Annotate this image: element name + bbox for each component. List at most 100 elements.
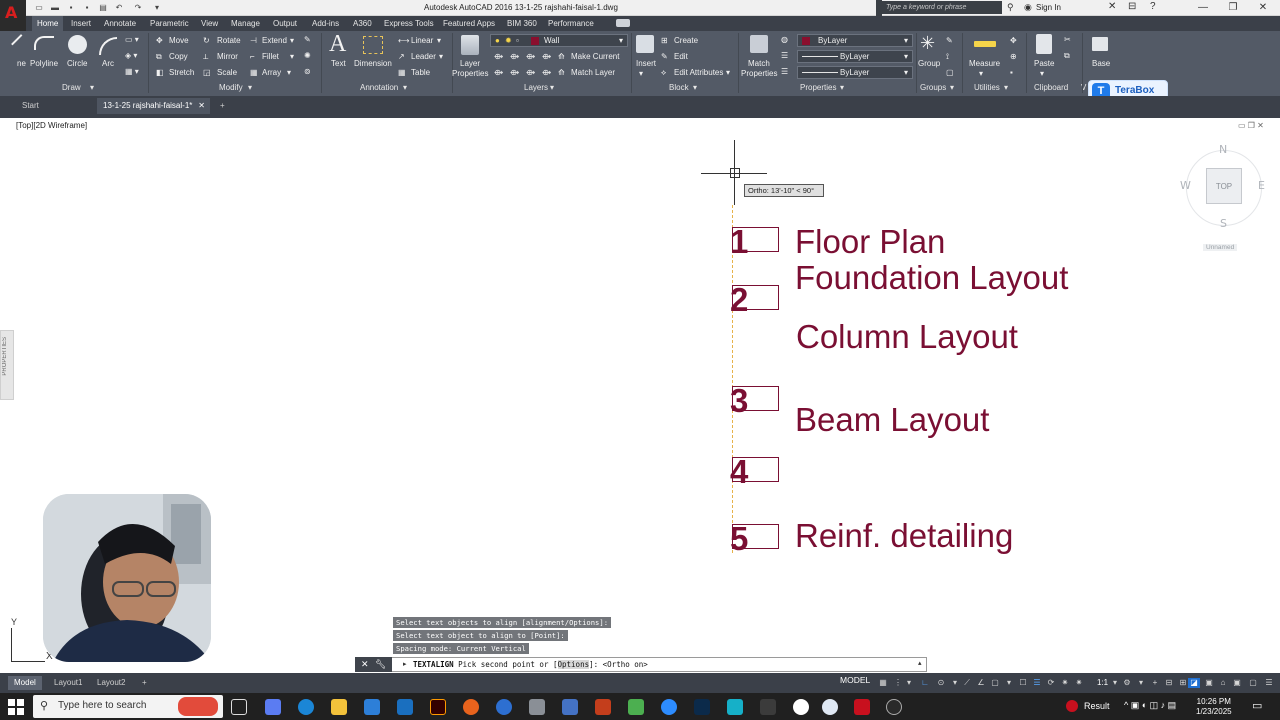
stretch-button[interactable]: Stretch [169, 68, 194, 77]
workspace-gear-icon[interactable]: ⚙ [1122, 678, 1132, 688]
copy-clip-icon[interactable]: ⧉ [1064, 51, 1070, 61]
redo-icon[interactable]: ↷ [133, 3, 143, 13]
polar-dropdown-icon[interactable]: ▾ [950, 678, 960, 688]
layer-tool-icon[interactable]: ⟴ [494, 52, 503, 61]
edit-attributes-dropdown-icon[interactable]: ▾ [726, 68, 730, 77]
block-panel-dropdown-icon[interactable]: ▾ [693, 83, 697, 92]
viewcube-top-face[interactable]: TOP [1206, 168, 1242, 204]
tab-layout1[interactable]: Layout1 [48, 676, 88, 690]
ucs-menu[interactable]: Unnamed [1203, 244, 1238, 251]
app-icon[interactable] [760, 699, 776, 715]
modify-panel-title[interactable]: Modify [219, 83, 243, 92]
dimension-button[interactable]: Dimension [354, 59, 392, 68]
customize-icon[interactable]: 🔧︎ [375, 659, 386, 670]
system-clock[interactable]: 10:26 PM 1/23/2025 [1196, 697, 1232, 717]
task-view-icon[interactable] [231, 699, 247, 715]
app-icon[interactable] [529, 699, 545, 715]
clean-screen-icon[interactable]: ⌂ [1218, 678, 1228, 688]
viewcube-south[interactable]: S [1220, 217, 1227, 230]
linear-dropdown-icon[interactable]: ▾ [437, 36, 441, 45]
linear-button[interactable]: Linear [411, 36, 433, 45]
sign-in-button[interactable]: Sign In [1036, 3, 1061, 12]
base-button[interactable]: Base [1092, 59, 1110, 68]
group-edit-icon[interactable]: ⟟ [946, 52, 949, 62]
layer-tool-icon[interactable]: ⟴ [510, 68, 519, 77]
properties-palette-strip[interactable]: PROPERTIES [0, 330, 14, 400]
isodraft-icon[interactable]: ⟋ [962, 678, 972, 688]
match-properties-button-line2[interactable]: Properties [741, 69, 777, 78]
units-icon[interactable]: ⊟ [1164, 678, 1174, 688]
rectangle-icon[interactable]: ▭ ▾ [125, 35, 139, 44]
layer-properties-button-line2[interactable]: Properties [452, 69, 488, 78]
viewcube-north[interactable]: N [1219, 143, 1227, 156]
zoom-icon[interactable] [661, 699, 677, 715]
ungroup-icon[interactable]: ✎ [946, 36, 953, 45]
tab-view[interactable]: View [196, 16, 223, 31]
insert-dropdown-icon[interactable]: ▾ [639, 69, 643, 78]
app-icon[interactable] [628, 699, 644, 715]
object-snap-tracking-icon[interactable]: ∠ [976, 678, 986, 688]
make-current-button[interactable]: Make Current [571, 52, 619, 61]
object-snap-icon[interactable]: ▢ [990, 678, 1000, 688]
tab-annotate[interactable]: Annotate [99, 16, 141, 31]
group-select-icon[interactable]: ▢ [946, 68, 954, 77]
store-icon[interactable] [364, 699, 380, 715]
word-icon[interactable] [562, 699, 578, 715]
restore-button[interactable]: ❐ [1218, 0, 1248, 16]
scale-button[interactable]: Scale [217, 68, 237, 77]
number-1[interactable]: 1 [730, 223, 748, 261]
lineweight-dropdown[interactable]: ByLayer ▾ [797, 66, 913, 79]
text-button[interactable]: Text [331, 59, 346, 68]
user-icon[interactable]: ◉ [1024, 2, 1034, 12]
firefox-icon[interactable] [463, 699, 479, 715]
command-recent-icon[interactable]: ▸ [403, 660, 407, 668]
utilities-panel-title[interactable]: Utilities [974, 83, 1000, 92]
measure-dropdown-icon[interactable]: ▾ [979, 69, 983, 78]
mirror-button[interactable]: Mirror [217, 52, 238, 61]
offset-icon[interactable]: ⊚ [304, 67, 311, 76]
taskbar-search-box[interactable]: ⚲ Type here to search [33, 695, 223, 718]
point-icon[interactable]: ⊕ [1010, 52, 1017, 61]
command-prompt[interactable]: TEXTALIGN Pick second point or [Options]… [413, 660, 648, 669]
annotation-scale[interactable]: 1:1 [1097, 678, 1108, 687]
minimize-button[interactable]: — [1188, 0, 1218, 16]
rotate-button[interactable]: Rotate [217, 36, 241, 45]
layer-dropdown[interactable]: ● ✹ ▫ Wall ▾ [490, 34, 628, 47]
binoculars-icon[interactable]: ⚲ [1007, 2, 1017, 12]
match-properties-button-line1[interactable]: Match [748, 59, 770, 68]
ortho-icon[interactable]: ∟ [920, 678, 930, 688]
table-button[interactable]: Table [411, 68, 430, 77]
autocad-taskbar-icon[interactable] [854, 699, 870, 715]
tab-parametric[interactable]: Parametric [145, 16, 194, 31]
annotation-panel-title[interactable]: Annotation [360, 83, 398, 92]
groups-panel-title[interactable]: Groups [920, 83, 946, 92]
extend-button[interactable]: Extend [262, 36, 287, 45]
viewport-label[interactable]: [Top][2D Wireframe] [16, 121, 87, 130]
exchange-icon[interactable]: ✕ [1108, 1, 1116, 12]
new-icon[interactable]: ▭ [34, 3, 44, 13]
layers-panel-title[interactable]: Layers [524, 83, 548, 92]
groups-panel-dropdown-icon[interactable]: ▾ [950, 83, 954, 92]
tab-layout2[interactable]: Layout2 [91, 676, 131, 690]
fillet-dropdown-icon[interactable]: ▾ [290, 52, 294, 61]
close-tab-icon[interactable]: ✕ [198, 98, 205, 114]
file-explorer-icon[interactable] [331, 699, 347, 715]
tab-express-tools[interactable]: Express Tools [379, 16, 439, 31]
obs-icon[interactable] [886, 699, 902, 715]
tab-performance[interactable]: Performance [543, 16, 599, 31]
line-icon[interactable] [11, 34, 31, 54]
draw-panel-dropdown-icon[interactable]: ▾ [90, 83, 94, 92]
viewcube-east[interactable]: E [1258, 179, 1265, 192]
number-2[interactable]: 2 [730, 281, 748, 319]
annotation-monitor-icon[interactable]: + [1150, 678, 1160, 688]
help-search-input[interactable]: Type a keyword or phrase [882, 1, 1002, 14]
tab-start[interactable]: Start [16, 98, 45, 114]
measure-button[interactable]: Measure [969, 59, 1000, 68]
arc-button[interactable]: Arc [102, 59, 114, 68]
tab-bim360[interactable]: BIM 360 [502, 16, 542, 31]
edge-icon[interactable] [298, 699, 314, 715]
windows-start-icon[interactable] [8, 699, 24, 715]
tab-manage[interactable]: Manage [226, 16, 265, 31]
snap-icon[interactable]: ⋮ [893, 678, 903, 688]
properties-panel-dropdown-icon[interactable]: ▾ [840, 83, 844, 92]
